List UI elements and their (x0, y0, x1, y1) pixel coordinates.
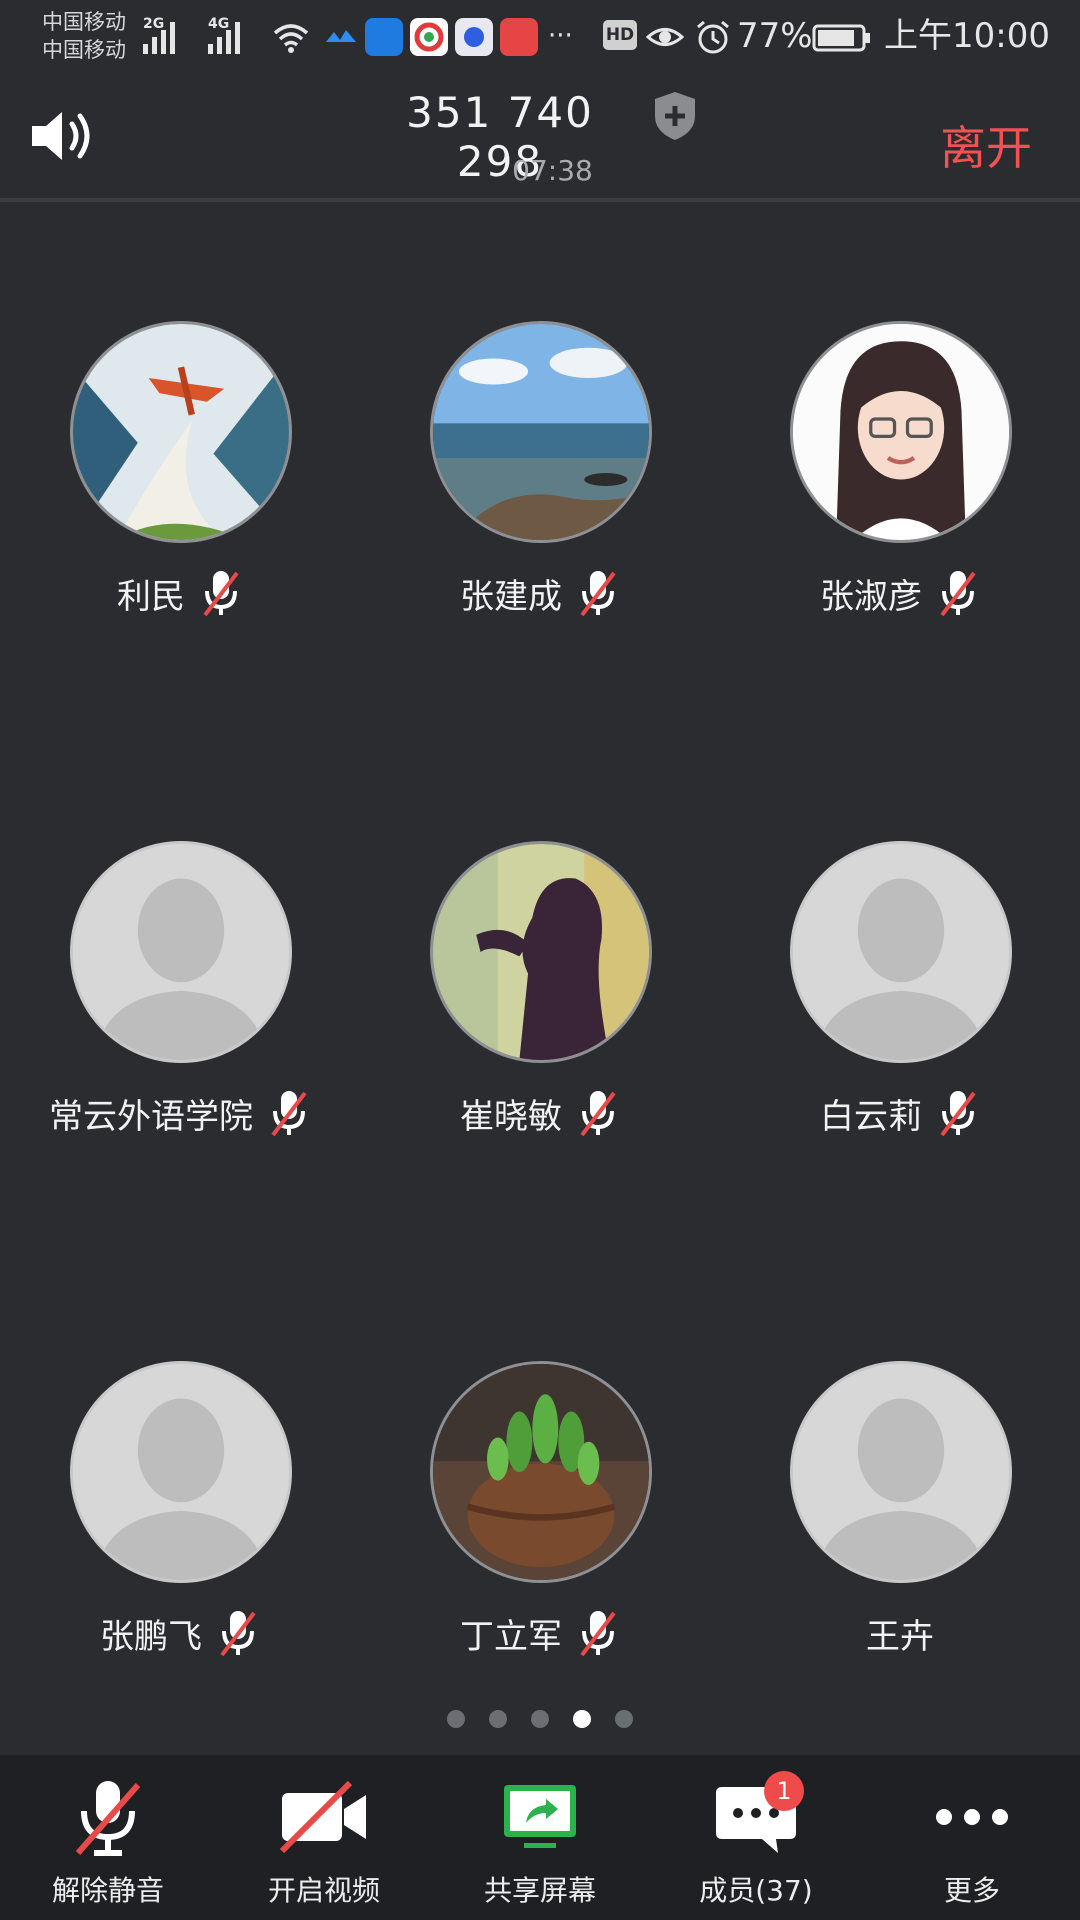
participant-tile[interactable]: 王卉 (720, 1361, 1080, 1721)
notification-badge: 1 (764, 1771, 804, 1811)
more-button[interactable]: 更多 (864, 1755, 1080, 1920)
app-notification-icon (326, 30, 356, 42)
shopping-app-icon (500, 18, 538, 56)
battery-percent: 77% (737, 16, 813, 56)
muted-mic-icon (580, 1611, 616, 1657)
participant-name-row: 王卉 (720, 1603, 1080, 1663)
eye-comfort-icon (646, 28, 684, 46)
alarm-icon (697, 20, 729, 54)
participant-name: 张淑彦 (820, 576, 922, 617)
carrier-2: 中国移动 (42, 38, 126, 62)
video-off-icon (279, 1780, 366, 1854)
more-notifications: ··· (548, 21, 573, 51)
participant-name: 张建成 (460, 576, 562, 617)
security-shield-icon[interactable] (653, 90, 697, 142)
participant-tile[interactable]: 常云外语学院 (0, 841, 360, 1201)
speaker-icon[interactable] (28, 106, 102, 166)
participant-name: 白云莉 (820, 1096, 922, 1137)
baidu-app-icon (455, 18, 493, 56)
meeting-toolbar: 解除静音 开启视频 共享屏幕 1 成员(37) 更多 (0, 1755, 1080, 1920)
more-label: 更多 (943, 1874, 1000, 1907)
participant-name-row: 丁立军 (360, 1603, 720, 1663)
participant-tile[interactable]: 张建成 (360, 321, 720, 681)
participant-tile[interactable]: 张淑彦 (720, 321, 1080, 681)
participant-name-row: 张建成 (360, 563, 720, 623)
page-indicator[interactable] (0, 1710, 1080, 1734)
page-dot[interactable] (447, 1710, 465, 1728)
page-dot-active[interactable] (573, 1710, 591, 1728)
page-dot[interactable] (489, 1710, 507, 1728)
participant-tile[interactable]: 丁立军 (360, 1361, 720, 1721)
participant-name: 常云外语学院 (49, 1096, 253, 1137)
muted-mic-icon (75, 1781, 141, 1856)
participant-tile[interactable]: 白云莉 (720, 841, 1080, 1201)
participant-name-row: 张鹏飞 (0, 1603, 360, 1663)
muted-mic-icon (580, 571, 616, 617)
participant-grid: 利民 张建成 张淑彦 常云外语学院 崔晓敏 白云莉 张鹏飞 丁立军 王卉 (0, 206, 1080, 1706)
participant-name: 王卉 (866, 1616, 934, 1657)
muted-mic-icon (271, 1091, 307, 1137)
avatar-image (70, 321, 292, 543)
avatar-image (430, 1361, 652, 1583)
default-avatar-icon (70, 1361, 292, 1583)
signal-2g-icon: 2G (143, 16, 197, 54)
start-video-button[interactable]: 开启视频 (216, 1755, 432, 1920)
signal-4g-icon: 4G (208, 16, 262, 54)
default-avatar-icon (790, 1361, 1012, 1583)
battery-icon (812, 24, 870, 52)
page-dot[interactable] (531, 1710, 549, 1728)
share-screen-label: 共享屏幕 (483, 1874, 596, 1907)
default-avatar-icon (790, 841, 1012, 1063)
participant-tile[interactable]: 崔晓敏 (360, 841, 720, 1201)
participant-tile[interactable]: 张鹏飞 (0, 1361, 360, 1721)
participant-tile[interactable]: 利民 (0, 321, 360, 681)
share-screen-icon (504, 1785, 576, 1848)
participant-name-row: 白云莉 (720, 1083, 1080, 1143)
status-bar: 中国移动 中国移动 2G 4G ··· HD 77% 上午10:00 (0, 0, 1080, 78)
muted-mic-icon (580, 1091, 616, 1137)
participant-name-row: 常云外语学院 (0, 1083, 360, 1143)
shield-app-icon (365, 18, 403, 56)
avatar-image (790, 321, 1012, 543)
meeting-header: 351 740 298 07:38 离开 (0, 78, 1080, 202)
members-button[interactable]: 1 成员(37) (648, 1755, 864, 1920)
members-icon-wrapper: 1 (706, 1771, 806, 1857)
members-label: 成员(37) (699, 1874, 813, 1907)
participant-name: 崔晓敏 (460, 1096, 562, 1137)
participant-name: 利民 (117, 576, 185, 617)
participant-name: 丁立军 (460, 1616, 562, 1657)
leave-button[interactable]: 离开 (940, 112, 1032, 178)
muted-mic-icon (940, 1091, 976, 1137)
wifi-icon (273, 24, 309, 53)
carrier-labels: 中国移动 中国移动 (42, 8, 142, 64)
meeting-timer: 07:38 (512, 154, 593, 187)
hd-badge: HD (603, 20, 637, 50)
unmute-button[interactable]: 解除静音 (0, 1755, 216, 1920)
carrier-1: 中国移动 (42, 10, 126, 34)
default-avatar-icon (70, 841, 292, 1063)
participant-name-row: 崔晓敏 (360, 1083, 720, 1143)
participant-name-row: 张淑彦 (720, 563, 1080, 623)
browser-app-icon (410, 18, 448, 56)
muted-mic-icon (220, 1611, 256, 1657)
participant-name-row: 利民 (0, 563, 360, 623)
unmute-label: 解除静音 (51, 1874, 164, 1907)
start-video-label: 开启视频 (267, 1874, 380, 1907)
participant-name: 张鹏飞 (100, 1616, 202, 1657)
share-screen-button[interactable]: 共享屏幕 (432, 1755, 648, 1920)
muted-mic-icon (203, 571, 239, 617)
avatar-image (430, 321, 652, 543)
avatar-image (430, 841, 652, 1063)
muted-mic-icon (940, 571, 976, 617)
page-dot[interactable] (615, 1710, 633, 1728)
clock: 上午10:00 (884, 16, 1050, 56)
more-dots-icon (936, 1809, 1008, 1825)
